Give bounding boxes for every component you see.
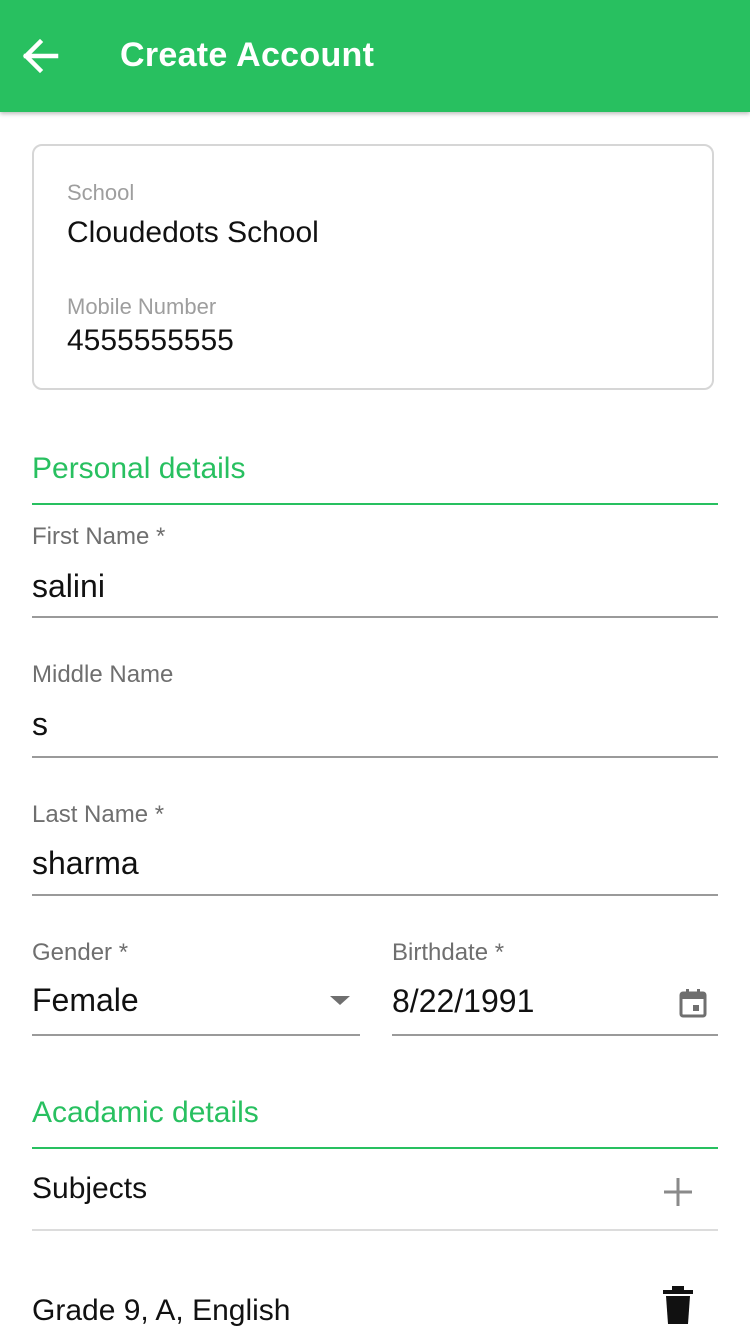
arrow-left-icon	[22, 38, 59, 74]
middle-name-label: Middle Name	[32, 661, 174, 688]
page-title: Create Account	[120, 36, 375, 74]
last-name-label: Last Name *	[32, 801, 165, 828]
first-name-input[interactable]	[32, 566, 718, 606]
subjects-divider	[32, 1229, 718, 1231]
subject-item-text: Grade 9, A, English	[32, 1294, 291, 1327]
birthdate-input[interactable]	[392, 981, 662, 1021]
mobile-number-value: 4555555555	[67, 324, 234, 357]
academic-details-heading: Acadamic details	[32, 1096, 259, 1129]
subjects-label: Subjects	[32, 1172, 148, 1205]
last-name-underline	[32, 894, 718, 896]
personal-details-heading: Personal details	[32, 452, 246, 485]
first-name-underline	[32, 616, 718, 618]
gender-value: Female	[32, 982, 139, 1018]
plus-icon[interactable]	[662, 1176, 694, 1208]
account-info-card: School Cloudedots School Mobile Number 4…	[32, 144, 714, 390]
middle-name-input[interactable]	[32, 704, 718, 744]
gender-underline	[32, 1034, 360, 1036]
gender-label: Gender *	[32, 939, 129, 966]
dropdown-arrow-icon	[330, 996, 350, 1005]
app-bar: Create Account	[0, 0, 750, 112]
school-label: School	[67, 180, 135, 205]
calendar-icon[interactable]	[678, 987, 708, 1019]
first-name-label: First Name *	[32, 523, 166, 550]
back-button[interactable]	[18, 34, 62, 78]
middle-name-underline	[32, 756, 718, 758]
gender-select[interactable]: Female	[32, 976, 360, 1034]
birthdate-label: Birthdate *	[392, 939, 505, 966]
birthdate-underline	[392, 1034, 718, 1036]
mobile-number-label: Mobile Number	[67, 294, 217, 319]
academic-details-divider	[32, 1147, 718, 1149]
personal-details-divider	[32, 503, 718, 505]
list-item: Grade 9, A, English	[0, 1280, 750, 1334]
last-name-input[interactable]	[32, 843, 718, 883]
trash-icon[interactable]	[662, 1286, 694, 1326]
school-value: Cloudedots School	[67, 216, 319, 249]
